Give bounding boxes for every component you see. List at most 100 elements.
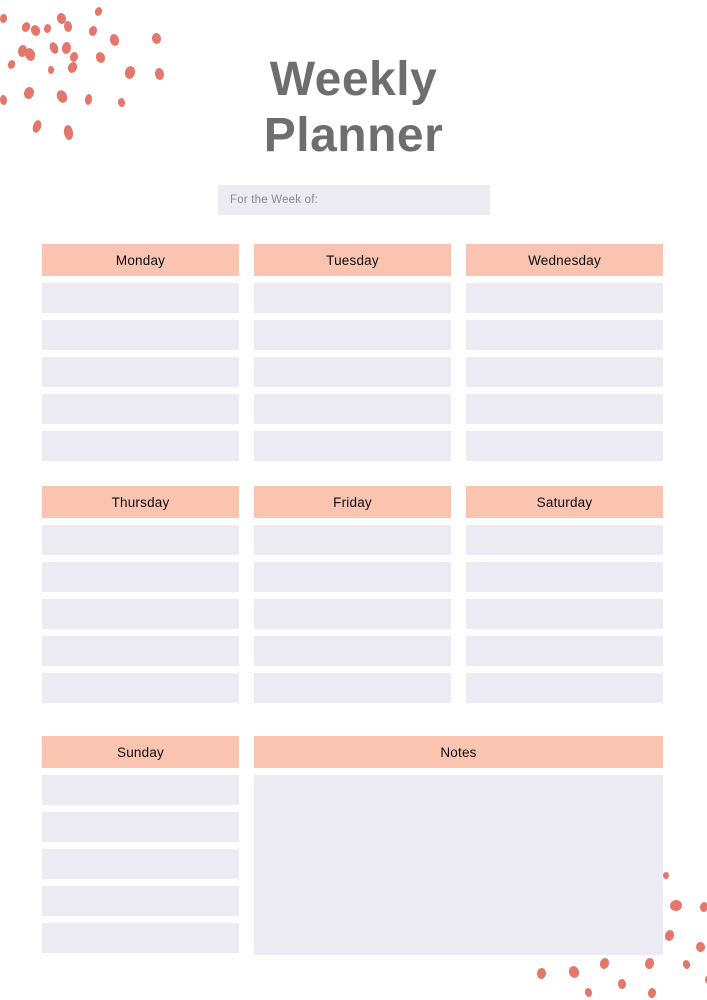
day-column-monday: Monday [42, 244, 239, 461]
day-header-friday: Friday [254, 486, 451, 518]
day-slot-list [254, 283, 451, 461]
day-column-thursday: Thursday [42, 486, 239, 703]
day-header-monday: Monday [42, 244, 239, 276]
confetti-dot [647, 987, 657, 999]
confetti-dot [668, 898, 684, 913]
planner-band: Thursday Friday Saturday [42, 486, 665, 703]
notes-header-label: Notes [440, 744, 477, 760]
day-slot-input[interactable] [254, 599, 451, 629]
confetti-dot [151, 32, 162, 45]
confetti-dot [20, 20, 32, 34]
weekly-planner-page: Weekly Planner For the Week of: Monday Tu… [0, 0, 707, 1000]
confetti-dot [55, 12, 68, 25]
notes-header: Notes [254, 736, 663, 768]
day-column-wednesday: Wednesday [466, 244, 663, 461]
planner-band: Monday Tuesday Wednesday [42, 244, 665, 461]
day-slot-input[interactable] [42, 599, 239, 629]
day-header-sunday: Sunday [42, 736, 239, 768]
day-header-label: Thursday [111, 494, 170, 510]
day-slot-input[interactable] [466, 394, 663, 424]
day-slot-input[interactable] [254, 562, 451, 592]
day-slot-input[interactable] [466, 320, 663, 350]
band-spacer [42, 703, 665, 736]
confetti-dot [567, 964, 581, 980]
confetti-dot [643, 957, 656, 970]
day-slot-input[interactable] [254, 357, 451, 387]
confetti-dot [93, 6, 104, 17]
confetti-dot [87, 25, 99, 37]
day-slot-input[interactable] [466, 283, 663, 313]
day-slot-list [254, 525, 451, 703]
confetti-dot [0, 13, 8, 24]
confetti-dot [617, 978, 627, 990]
day-slot-input[interactable] [42, 394, 239, 424]
confetti-dot [663, 928, 676, 943]
day-column-sunday: Sunday [42, 736, 239, 955]
day-slot-input[interactable] [42, 673, 239, 703]
day-slot-list [42, 283, 239, 461]
day-column-friday: Friday [254, 486, 451, 703]
day-header-label: Saturday [536, 494, 593, 510]
day-slot-input[interactable] [254, 394, 451, 424]
day-slot-list [466, 525, 663, 703]
day-slot-input[interactable] [466, 431, 663, 461]
day-slot-list [466, 283, 663, 461]
day-header-thursday: Thursday [42, 486, 239, 518]
band-spacer [42, 461, 665, 486]
confetti-dot [598, 957, 611, 970]
day-header-label: Tuesday [326, 252, 379, 268]
day-header-label: Wednesday [528, 252, 601, 268]
day-slot-input[interactable] [254, 525, 451, 555]
day-slot-input[interactable] [466, 673, 663, 703]
day-column-tuesday: Tuesday [254, 244, 451, 461]
page-title-line-1: Weekly [269, 53, 438, 106]
day-slot-input[interactable] [466, 525, 663, 555]
confetti-dot [108, 33, 121, 47]
day-slot-input[interactable] [42, 525, 239, 555]
day-slot-input[interactable] [42, 562, 239, 592]
day-slot-input[interactable] [42, 357, 239, 387]
page-title-line-2: Planner [263, 108, 444, 162]
day-slot-input[interactable] [254, 636, 451, 666]
day-slot-input[interactable] [42, 886, 239, 916]
day-header-label: Monday [115, 252, 166, 268]
day-header-saturday: Saturday [466, 486, 663, 518]
day-slot-input[interactable] [42, 320, 239, 350]
day-slot-input[interactable] [254, 320, 451, 350]
day-slot-input[interactable] [254, 673, 451, 703]
day-header-label: Friday [333, 494, 372, 510]
day-header-tuesday: Tuesday [254, 244, 451, 276]
day-slot-input[interactable] [466, 599, 663, 629]
day-slot-input[interactable] [466, 562, 663, 592]
week-of-input[interactable]: For the Week of: [218, 185, 490, 215]
day-column-saturday: Saturday [466, 486, 663, 703]
day-slot-input[interactable] [42, 849, 239, 879]
day-slot-list [42, 525, 239, 703]
confetti-dot [536, 967, 547, 980]
confetti-dot [695, 941, 706, 953]
day-slot-input[interactable] [42, 923, 239, 953]
notes-section: Notes [254, 736, 663, 955]
planner-band: Sunday Notes [42, 736, 665, 955]
day-slot-input[interactable] [42, 283, 239, 313]
page-title: Weekly Planner [0, 52, 707, 163]
confetti-dot [29, 23, 42, 38]
week-of-label: For the Week of: [230, 194, 318, 206]
day-slot-input[interactable] [42, 775, 239, 805]
day-slot-input[interactable] [466, 636, 663, 666]
planner-grid: Monday Tuesday Wednesday Thursday Friday Satu… [42, 244, 665, 955]
day-slot-input[interactable] [42, 431, 239, 461]
day-slot-input[interactable] [42, 812, 239, 842]
day-slot-input[interactable] [42, 636, 239, 666]
day-header-wednesday: Wednesday [466, 244, 663, 276]
confetti-dot [699, 901, 707, 913]
confetti-dot [681, 959, 692, 970]
day-slot-input[interactable] [254, 431, 451, 461]
confetti-dot [584, 987, 593, 998]
day-slot-input[interactable] [466, 357, 663, 387]
notes-textarea[interactable] [254, 775, 663, 955]
confetti-dot [63, 20, 73, 33]
day-header-label: Sunday [117, 744, 164, 760]
confetti-dot [43, 23, 52, 34]
day-slot-input[interactable] [254, 283, 451, 313]
